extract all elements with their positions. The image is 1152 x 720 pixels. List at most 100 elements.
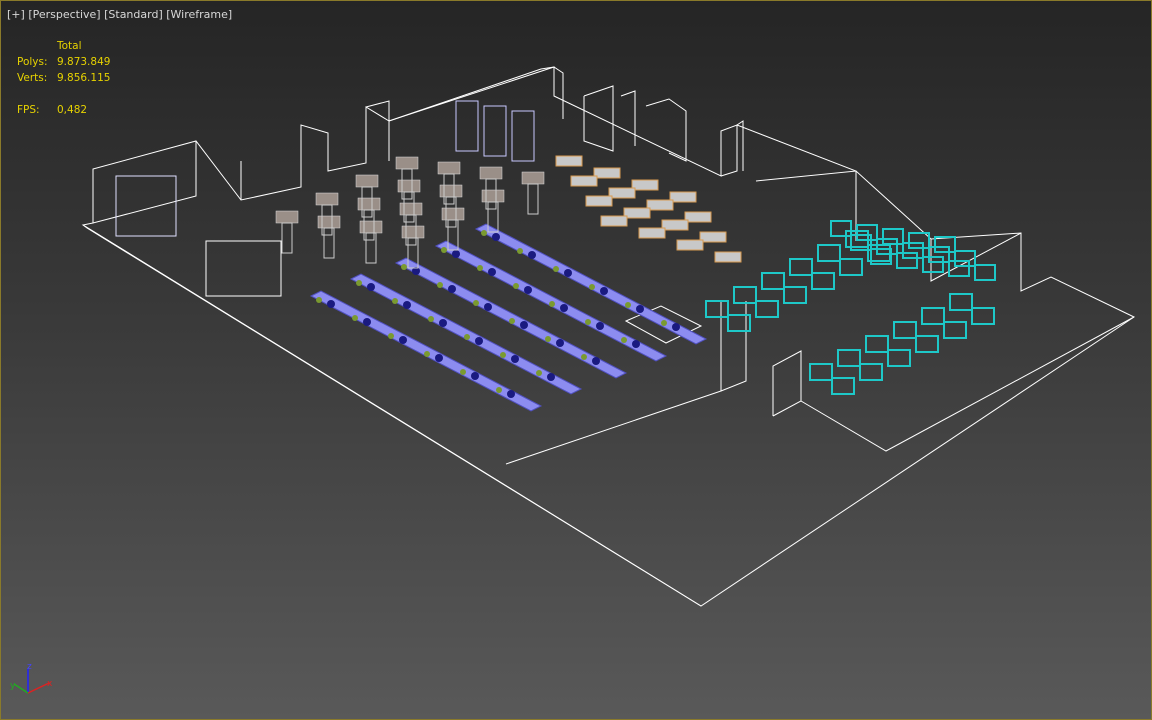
- workbench-part: [316, 297, 322, 303]
- desk: [971, 307, 995, 325]
- desk: [915, 335, 939, 353]
- workbench-part: [477, 265, 483, 271]
- lab-table: [623, 207, 651, 219]
- workbench-tool: [600, 287, 608, 295]
- workbench-part: [473, 300, 479, 306]
- workbench-tool: [507, 390, 515, 398]
- machine: [401, 225, 425, 239]
- workbench-tool: [367, 283, 375, 291]
- workbench-tool: [511, 355, 519, 363]
- machine: [397, 179, 421, 193]
- desk: [817, 244, 841, 262]
- workbench-part: [441, 247, 447, 253]
- desk: [922, 256, 944, 273]
- workbench-part: [536, 370, 542, 376]
- machine: [357, 197, 381, 211]
- workbench-part: [496, 387, 502, 393]
- workbench-part: [428, 316, 434, 322]
- workbench-tool: [596, 322, 604, 330]
- scene-wireframe: z x y: [10, 66, 1136, 694]
- desk: [831, 377, 855, 395]
- desk: [934, 236, 956, 253]
- lab-table: [661, 219, 689, 231]
- workbench-part: [352, 315, 358, 321]
- workbench-tool: [439, 319, 447, 327]
- workbench-part: [460, 369, 466, 375]
- workbench-part: [585, 319, 591, 325]
- workbench-tool: [672, 323, 680, 331]
- desk: [809, 363, 833, 381]
- workbench-tool: [592, 357, 600, 365]
- workbench-part: [437, 282, 443, 288]
- workbench-tool: [524, 286, 532, 294]
- workbench-part: [553, 266, 559, 272]
- desk: [811, 272, 835, 290]
- lab-table: [570, 175, 598, 187]
- workbench-part: [481, 230, 487, 236]
- workbench-tool: [556, 339, 564, 347]
- workbench-tool: [471, 372, 479, 380]
- desk: [705, 300, 729, 318]
- axis-z-label: z: [27, 662, 32, 672]
- desk: [943, 321, 967, 339]
- workbench-part: [549, 301, 555, 307]
- perspective-viewport[interactable]: [+] [Perspective] [Standard] [Wireframe]…: [0, 0, 1152, 720]
- desk: [928, 246, 950, 263]
- workbench-part: [392, 298, 398, 304]
- desk: [727, 314, 751, 332]
- axis-x-label: x: [47, 679, 53, 689]
- machine: [395, 156, 419, 170]
- workbench-tool: [492, 233, 500, 241]
- workbench-part: [509, 318, 515, 324]
- workbench-part: [424, 351, 430, 357]
- workbench-tool: [636, 305, 644, 313]
- desk-group: [705, 220, 996, 395]
- machine: [439, 184, 463, 198]
- desk: [954, 250, 976, 267]
- lab-table: [684, 211, 712, 223]
- desk: [789, 258, 813, 276]
- workbench-tool: [528, 251, 536, 259]
- lab-table: [699, 231, 727, 243]
- workbench-part: [517, 248, 523, 254]
- lab-table: [714, 251, 742, 263]
- machine: [437, 161, 461, 175]
- press-machine: [511, 110, 535, 162]
- desk: [876, 238, 898, 255]
- desk: [887, 349, 911, 367]
- workbench-tool: [632, 340, 640, 348]
- machine: [317, 215, 341, 229]
- machine-stand: [527, 183, 539, 215]
- workbench-tool: [399, 336, 407, 344]
- workbench-tool: [560, 304, 568, 312]
- desk: [948, 260, 970, 277]
- machine: [275, 210, 299, 224]
- press-machine: [483, 105, 507, 157]
- desk: [896, 252, 918, 269]
- workbench-tool: [448, 285, 456, 293]
- lab-table: [631, 179, 659, 191]
- desk: [974, 264, 996, 281]
- machine: [441, 207, 465, 221]
- workbench-part: [625, 302, 631, 308]
- lab-table: [555, 155, 583, 167]
- lab-table: [646, 199, 674, 211]
- workbench-part: [621, 337, 627, 343]
- desk: [837, 349, 861, 367]
- axis-y-label: y: [10, 681, 16, 691]
- workbench-part: [545, 336, 551, 342]
- workbench-tool: [475, 337, 483, 345]
- lab-table: [676, 239, 704, 251]
- desk: [830, 220, 852, 237]
- workbench-tool: [403, 301, 411, 309]
- workbench-part: [401, 264, 407, 270]
- workbench-part: [589, 284, 595, 290]
- machine: [315, 192, 339, 206]
- axis-gizmo: z x y: [10, 662, 53, 694]
- machine: [521, 171, 545, 185]
- workbench-tool: [488, 268, 496, 276]
- machine-group: [115, 100, 742, 297]
- desk: [859, 363, 883, 381]
- machine: [355, 174, 379, 188]
- workbench-tool: [547, 373, 555, 381]
